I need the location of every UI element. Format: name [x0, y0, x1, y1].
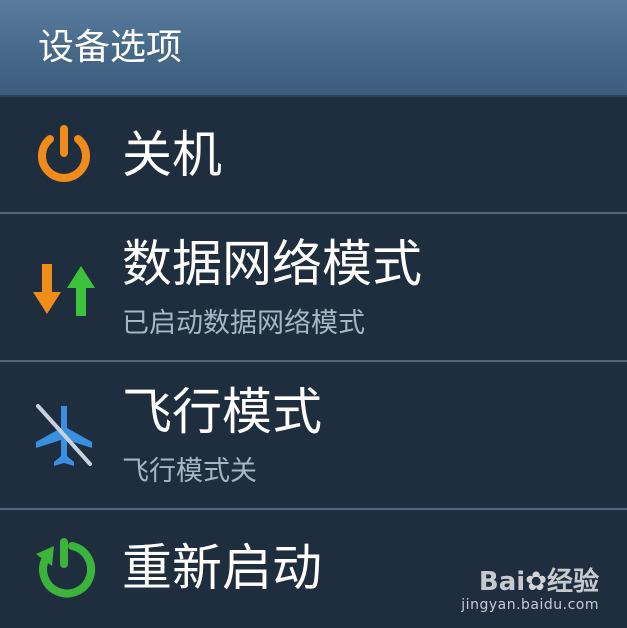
options-list: 关机 数据网络模式 已启动数据网络模式 飞行模式 飞行模式关 重新启动 [0, 97, 627, 628]
option-label: 飞行模式 [122, 383, 322, 441]
watermark-url: jingyan.baidu.com [461, 597, 599, 613]
restart-icon [28, 532, 100, 604]
device-options-dialog: 设备选项 关机 数据网络模式 已启动数据网络模式 飞行模式 飞行模式关 重新启动… [0, 0, 627, 628]
dialog-title: 设备选项 [38, 27, 183, 68]
option-label: 关机 [122, 126, 222, 184]
option-label: 数据网络模式 [122, 235, 422, 293]
power-icon [28, 119, 100, 191]
watermark-brand-text: Bai [478, 567, 526, 597]
airplane-off-icon [28, 398, 100, 470]
option-status: 飞行模式关 [122, 456, 257, 487]
option-data-network-mode[interactable]: 数据网络模式 已启动数据网络模式 [0, 214, 627, 362]
option-airplane-mode[interactable]: 飞行模式 飞行模式关 [0, 362, 627, 510]
baidu-jingyan-watermark: Bai✿经验 jingyan.baidu.com [461, 567, 599, 613]
option-status: 已启动数据网络模式 [122, 308, 365, 339]
watermark-brand-suffix: 经验 [546, 567, 599, 597]
data-network-icon [28, 254, 100, 326]
option-label: 重新启动 [122, 539, 322, 597]
option-power-off[interactable]: 关机 [0, 97, 627, 214]
paw-icon: ✿ [525, 567, 547, 597]
dialog-header: 设备选项 [0, 0, 627, 97]
watermark-brand: Bai✿经验 [461, 567, 599, 597]
